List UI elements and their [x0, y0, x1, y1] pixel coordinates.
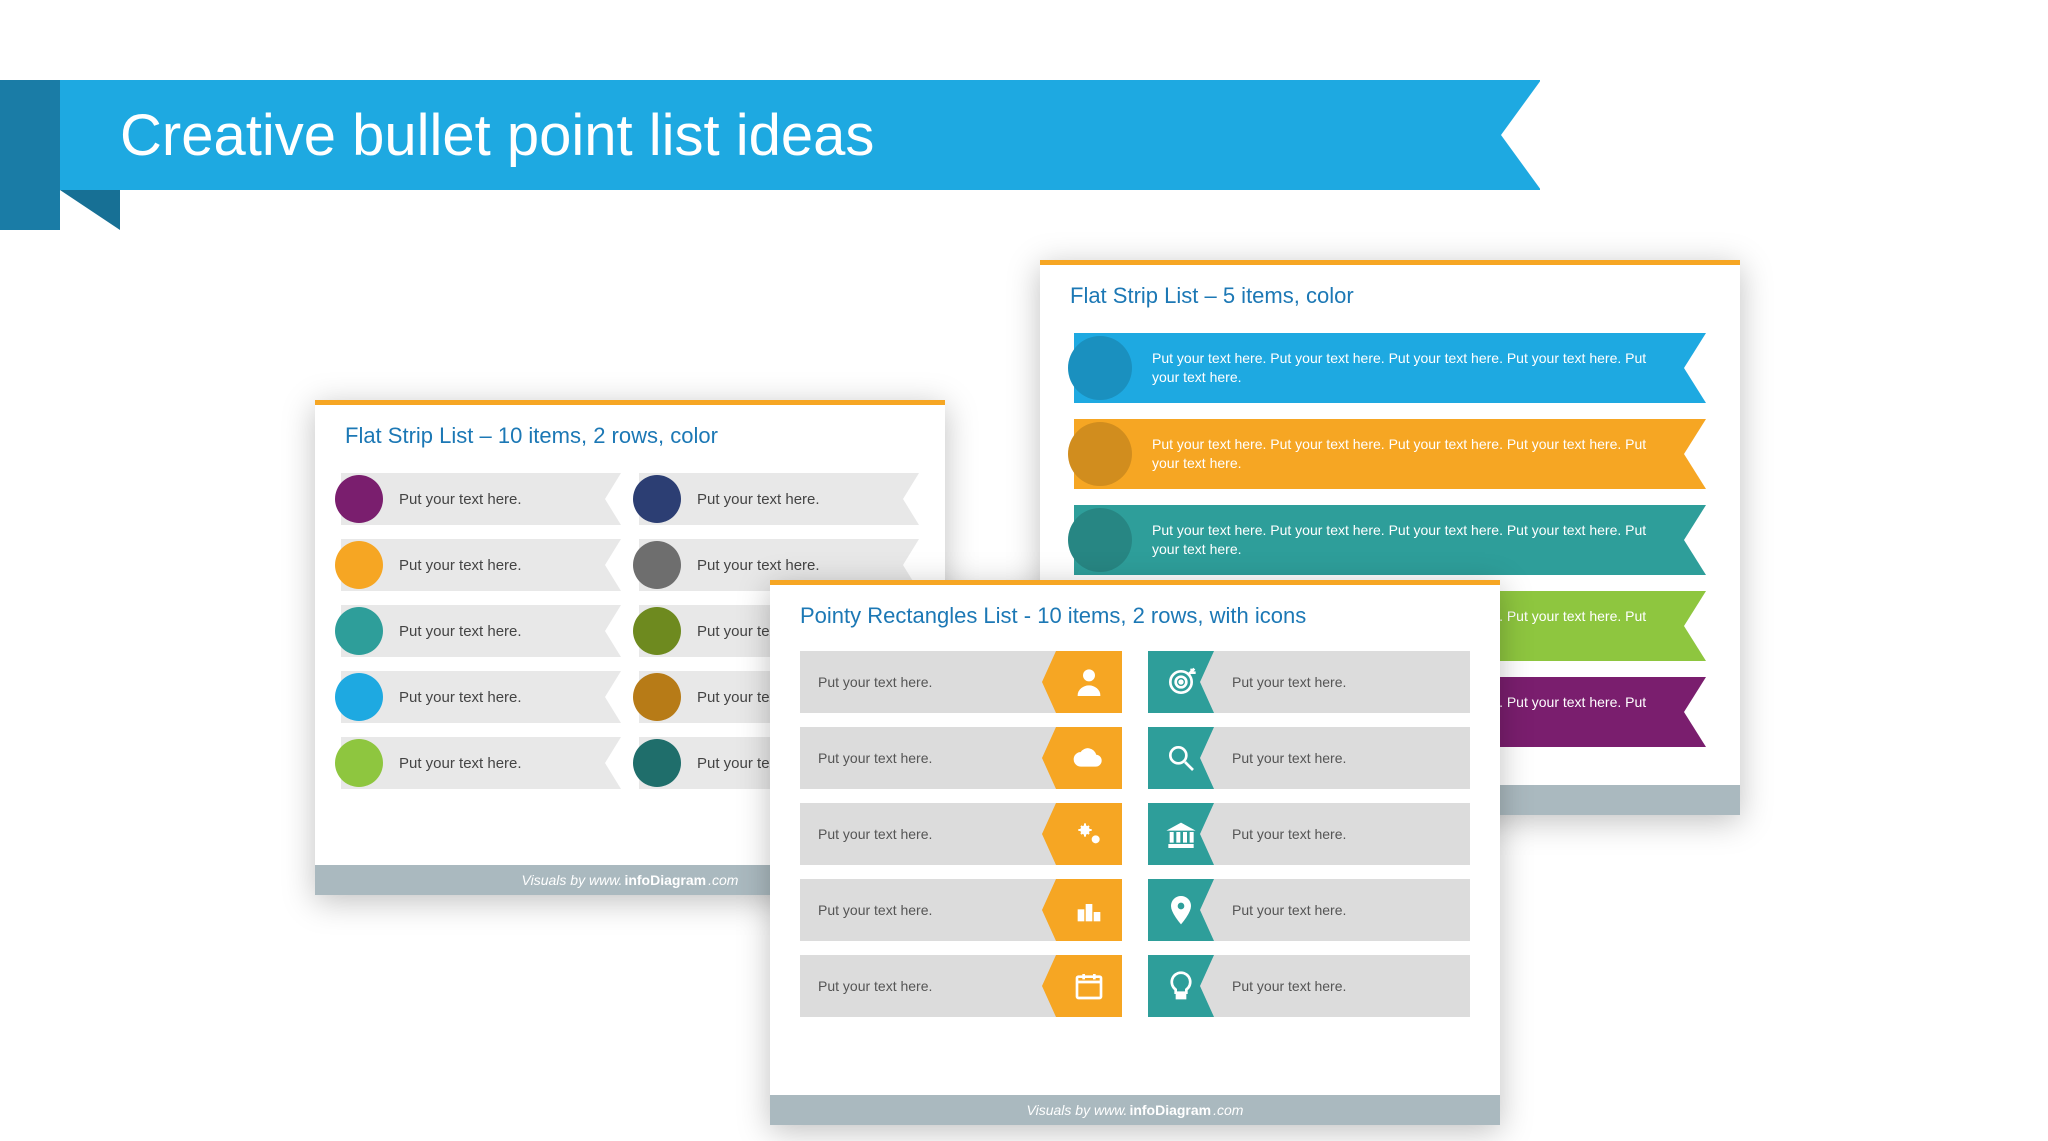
- bullet-dot: [1068, 336, 1132, 400]
- list-item: Put your text here. Put your text here. …: [1074, 419, 1706, 489]
- list-item: Put your text here.: [1148, 651, 1470, 713]
- slide-pointy-rectangles: Pointy Rectangles List - 10 items, 2 row…: [770, 580, 1500, 1125]
- bullet-dot: [1068, 422, 1132, 486]
- list-item: Put your text here.: [1148, 727, 1470, 789]
- footer-prefix: Visuals by www.: [1027, 1102, 1128, 1118]
- footer-brand: infoDiagram: [624, 872, 706, 888]
- ribbon-notch: [1501, 80, 1541, 190]
- calendar-icon: [1056, 955, 1122, 1017]
- list-item-label: Put your text here.: [800, 879, 1056, 941]
- cloud-icon: [1056, 727, 1122, 789]
- slide-a-title: Flat Strip List – 10 items, 2 rows, colo…: [315, 405, 945, 457]
- ribbon-fold: [60, 190, 120, 230]
- footer-prefix: Visuals by www.: [522, 872, 623, 888]
- bullet-dot: [633, 739, 681, 787]
- bullet-dot: [335, 739, 383, 787]
- list-item-label: Put your text here.: [800, 803, 1056, 865]
- list-item: Put your text here.: [800, 879, 1122, 941]
- list-item: Put your text here.: [800, 727, 1122, 789]
- ribbon-fold-back: [0, 80, 60, 230]
- slide-b-title: Flat Strip List – 5 items, color: [1040, 265, 1740, 317]
- list-item-label: Put your text here. Put your text here. …: [1074, 513, 1706, 567]
- bullet-dot: [335, 673, 383, 721]
- gears-icon: [1056, 803, 1122, 865]
- bullet-dot: [633, 673, 681, 721]
- list-item: Put your text here.: [800, 651, 1122, 713]
- list-item: Put your text here.: [800, 955, 1122, 1017]
- list-item: Put your text here.: [1148, 955, 1470, 1017]
- list-item-label: Put your text here.: [800, 727, 1056, 789]
- list-item: Put your text here. Put your text here. …: [1074, 333, 1706, 403]
- list-item: Put your text here. Put your text here. …: [1074, 505, 1706, 575]
- list-item: Put your text here.: [341, 539, 621, 591]
- bullet-dot: [335, 475, 383, 523]
- list-item-label: Put your text here.: [1214, 727, 1470, 789]
- page-title: Creative bullet point list ideas: [120, 102, 874, 169]
- footer-suffix: .com: [708, 872, 738, 888]
- bullet-dot: [633, 475, 681, 523]
- list-item-label: Put your text here.: [800, 955, 1056, 1017]
- list-item-label: Put your text here.: [1214, 651, 1470, 713]
- list-item-label: Put your text here. Put your text here. …: [1074, 341, 1706, 395]
- bullet-dot: [1068, 508, 1132, 572]
- list-item: Put your text here.: [341, 671, 621, 723]
- list-item-label: Put your text here.: [800, 651, 1056, 713]
- bullet-dot: [335, 541, 383, 589]
- bullet-dot: [335, 607, 383, 655]
- title-ribbon: Creative bullet point list ideas: [60, 80, 1540, 190]
- slide-c-title: Pointy Rectangles List - 10 items, 2 row…: [770, 585, 1500, 637]
- list-item: Put your text here.: [341, 605, 621, 657]
- list-item-label: Put your text here. Put your text here. …: [1074, 427, 1706, 481]
- bar-chart-icon: [1056, 879, 1122, 941]
- footer-brand: infoDiagram: [1129, 1102, 1211, 1118]
- list-item-label: Put your text here.: [1214, 955, 1470, 1017]
- bullet-dot: [633, 541, 681, 589]
- list-item: Put your text here.: [1148, 879, 1470, 941]
- person-icon: [1056, 651, 1122, 713]
- list-item: Put your text here.: [639, 473, 919, 525]
- list-item: Put your text here.: [341, 737, 621, 789]
- bullet-dot: [633, 607, 681, 655]
- list-item: Put your text here.: [341, 473, 621, 525]
- list-item: Put your text here.: [1148, 803, 1470, 865]
- list-item-label: Put your text here.: [1214, 879, 1470, 941]
- list-item-label: Put your text here.: [1214, 803, 1470, 865]
- slide-footer: Visuals by www.infoDiagram.com: [770, 1095, 1500, 1125]
- footer-suffix: .com: [1213, 1102, 1243, 1118]
- list-item: Put your text here.: [800, 803, 1122, 865]
